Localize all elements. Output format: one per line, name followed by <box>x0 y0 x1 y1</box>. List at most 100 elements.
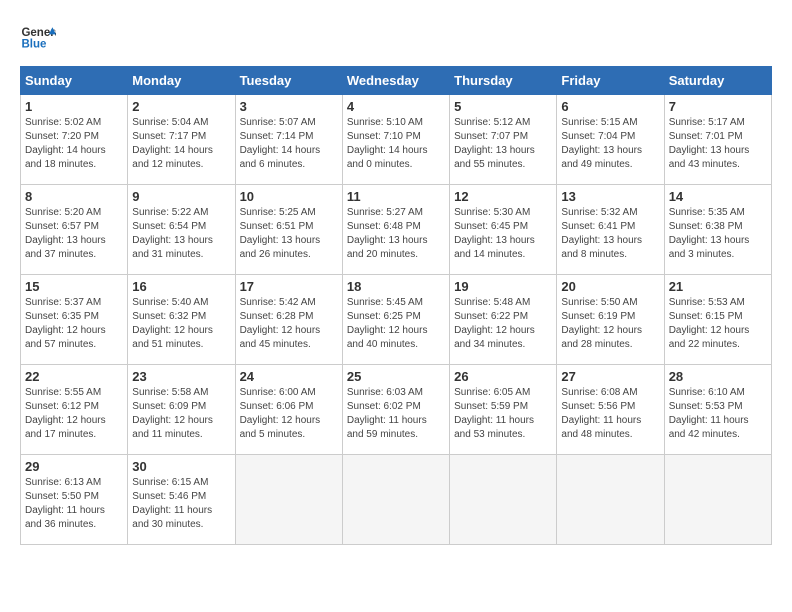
calendar-cell: 23Sunrise: 5:58 AM Sunset: 6:09 PM Dayli… <box>128 365 235 455</box>
calendar-cell: 8 Sunrise: 5:20 AM Sunset: 6:57 PM Daylig… <box>21 185 128 275</box>
calendar-body: 1 Sunrise: 5:02 AM Sunset: 7:20 PM Daylig… <box>21 95 772 545</box>
calendar-cell <box>664 455 771 545</box>
calendar-cell: 22 Sunrise: 5:55 AM Sunset: 6:12 PM Dayli… <box>21 365 128 455</box>
calendar-header-friday: Friday <box>557 67 664 95</box>
day-info: Sunrise: 5:02 AM Sunset: 7:20 PM Dayligh… <box>25 116 123 172</box>
day-info: Sunrise: 6:08 AM Sunset: 5:56 PM Dayligh… <box>561 386 659 442</box>
day-info: Sunrise: 5:50 AM Sunset: 6:19 PM Dayligh… <box>561 296 659 352</box>
day-number: 17 <box>240 279 338 294</box>
calendar-week-2: 8 Sunrise: 5:20 AM Sunset: 6:57 PM Daylig… <box>21 185 772 275</box>
calendar-cell: 14 Sunrise: 5:35 AM Sunset: 6:38 PM Dayli… <box>664 185 771 275</box>
day-number: 18 <box>347 279 445 294</box>
day-info: Sunrise: 5:40 AM Sunset: 6:32 PM Dayligh… <box>132 296 230 352</box>
calendar-cell <box>342 455 449 545</box>
header: General Blue <box>20 20 772 56</box>
calendar-table: SundayMondayTuesdayWednesdayThursdayFrid… <box>20 66 772 545</box>
calendar-cell <box>557 455 664 545</box>
day-number: 29 <box>25 459 123 474</box>
calendar-cell: 15Sunrise: 5:37 AM Sunset: 6:35 PM Dayli… <box>21 275 128 365</box>
day-number: 2 <box>132 99 230 114</box>
day-info: Sunrise: 6:03 AM Sunset: 6:02 PM Dayligh… <box>347 386 445 442</box>
day-number: 6 <box>561 99 659 114</box>
calendar-cell: 19 Sunrise: 5:48 AM Sunset: 6:22 PM Dayli… <box>450 275 557 365</box>
day-number: 7 <box>669 99 767 114</box>
day-number: 13 <box>561 189 659 204</box>
day-number: 25 <box>347 369 445 384</box>
calendar-cell: 12Sunrise: 5:30 AM Sunset: 6:45 PM Dayli… <box>450 185 557 275</box>
day-number: 15 <box>25 279 123 294</box>
calendar-header-tuesday: Tuesday <box>235 67 342 95</box>
calendar-cell: 24 Sunrise: 6:00 AM Sunset: 6:06 PM Dayli… <box>235 365 342 455</box>
calendar-header-row: SundayMondayTuesdayWednesdayThursdayFrid… <box>21 67 772 95</box>
day-info: Sunrise: 5:32 AM Sunset: 6:41 PM Dayligh… <box>561 206 659 262</box>
svg-text:Blue: Blue <box>21 38 47 50</box>
calendar-cell: 7 Sunrise: 5:17 AM Sunset: 7:01 PM Daylig… <box>664 95 771 185</box>
day-info: Sunrise: 6:00 AM Sunset: 6:06 PM Dayligh… <box>240 386 338 442</box>
day-number: 16 <box>132 279 230 294</box>
day-number: 8 <box>25 189 123 204</box>
day-number: 19 <box>454 279 552 294</box>
day-info: Sunrise: 5:58 AM Sunset: 6:09 PM Dayligh… <box>132 386 230 442</box>
day-info: Sunrise: 5:07 AM Sunset: 7:14 PM Dayligh… <box>240 116 338 172</box>
day-info: Sunrise: 5:42 AM Sunset: 6:28 PM Dayligh… <box>240 296 338 352</box>
calendar-cell: 28Sunrise: 6:10 AM Sunset: 5:53 PM Dayli… <box>664 365 771 455</box>
day-info: Sunrise: 5:22 AM Sunset: 6:54 PM Dayligh… <box>132 206 230 262</box>
day-info: Sunrise: 5:15 AM Sunset: 7:04 PM Dayligh… <box>561 116 659 172</box>
calendar-cell: 17 Sunrise: 5:42 AM Sunset: 6:28 PM Dayli… <box>235 275 342 365</box>
calendar-cell: 10 Sunrise: 5:25 AM Sunset: 6:51 PM Dayli… <box>235 185 342 275</box>
calendar-cell: 21 Sunrise: 5:53 AM Sunset: 6:15 PM Dayli… <box>664 275 771 365</box>
calendar-header-saturday: Saturday <box>664 67 771 95</box>
calendar-header-thursday: Thursday <box>450 67 557 95</box>
calendar-cell: 2Sunrise: 5:04 AM Sunset: 7:17 PM Daylig… <box>128 95 235 185</box>
day-info: Sunrise: 5:55 AM Sunset: 6:12 PM Dayligh… <box>25 386 123 442</box>
calendar-cell: 1 Sunrise: 5:02 AM Sunset: 7:20 PM Daylig… <box>21 95 128 185</box>
day-number: 5 <box>454 99 552 114</box>
calendar-header-monday: Monday <box>128 67 235 95</box>
day-info: Sunrise: 6:15 AM Sunset: 5:46 PM Dayligh… <box>132 476 230 532</box>
calendar-cell: 30 Sunrise: 6:15 AM Sunset: 5:46 PM Dayli… <box>128 455 235 545</box>
calendar-cell: 13 Sunrise: 5:32 AM Sunset: 6:41 PM Dayli… <box>557 185 664 275</box>
calendar-cell <box>450 455 557 545</box>
day-number: 26 <box>454 369 552 384</box>
day-info: Sunrise: 5:45 AM Sunset: 6:25 PM Dayligh… <box>347 296 445 352</box>
logo: General Blue <box>20 20 56 56</box>
calendar-cell: 6 Sunrise: 5:15 AM Sunset: 7:04 PM Daylig… <box>557 95 664 185</box>
day-info: Sunrise: 5:17 AM Sunset: 7:01 PM Dayligh… <box>669 116 767 172</box>
day-info: Sunrise: 5:25 AM Sunset: 6:51 PM Dayligh… <box>240 206 338 262</box>
calendar-cell: 26Sunrise: 6:05 AM Sunset: 5:59 PM Dayli… <box>450 365 557 455</box>
calendar-cell: 16 Sunrise: 5:40 AM Sunset: 6:32 PM Dayli… <box>128 275 235 365</box>
day-number: 22 <box>25 369 123 384</box>
logo-icon: General Blue <box>20 20 56 56</box>
day-number: 3 <box>240 99 338 114</box>
day-number: 28 <box>669 369 767 384</box>
calendar-cell: 25 Sunrise: 6:03 AM Sunset: 6:02 PM Dayli… <box>342 365 449 455</box>
calendar-cell: 29Sunrise: 6:13 AM Sunset: 5:50 PM Dayli… <box>21 455 128 545</box>
day-number: 14 <box>669 189 767 204</box>
calendar-week-3: 15Sunrise: 5:37 AM Sunset: 6:35 PM Dayli… <box>21 275 772 365</box>
calendar-cell: 9 Sunrise: 5:22 AM Sunset: 6:54 PM Daylig… <box>128 185 235 275</box>
calendar-week-1: 1 Sunrise: 5:02 AM Sunset: 7:20 PM Daylig… <box>21 95 772 185</box>
calendar-cell: 27Sunrise: 6:08 AM Sunset: 5:56 PM Dayli… <box>557 365 664 455</box>
day-number: 9 <box>132 189 230 204</box>
day-number: 21 <box>669 279 767 294</box>
calendar-header-wednesday: Wednesday <box>342 67 449 95</box>
day-number: 30 <box>132 459 230 474</box>
calendar-cell <box>235 455 342 545</box>
day-number: 1 <box>25 99 123 114</box>
calendar-cell: 18 Sunrise: 5:45 AM Sunset: 6:25 PM Dayli… <box>342 275 449 365</box>
day-number: 10 <box>240 189 338 204</box>
day-info: Sunrise: 5:10 AM Sunset: 7:10 PM Dayligh… <box>347 116 445 172</box>
calendar-cell: 20Sunrise: 5:50 AM Sunset: 6:19 PM Dayli… <box>557 275 664 365</box>
calendar-cell: 3 Sunrise: 5:07 AM Sunset: 7:14 PM Daylig… <box>235 95 342 185</box>
day-number: 24 <box>240 369 338 384</box>
calendar-cell: 11Sunrise: 5:27 AM Sunset: 6:48 PM Dayli… <box>342 185 449 275</box>
day-info: Sunrise: 5:20 AM Sunset: 6:57 PM Dayligh… <box>25 206 123 262</box>
day-number: 12 <box>454 189 552 204</box>
day-info: Sunrise: 5:35 AM Sunset: 6:38 PM Dayligh… <box>669 206 767 262</box>
day-info: Sunrise: 5:27 AM Sunset: 6:48 PM Dayligh… <box>347 206 445 262</box>
day-number: 4 <box>347 99 445 114</box>
day-info: Sunrise: 5:53 AM Sunset: 6:15 PM Dayligh… <box>669 296 767 352</box>
calendar-cell: 5Sunrise: 5:12 AM Sunset: 7:07 PM Daylig… <box>450 95 557 185</box>
day-info: Sunrise: 5:48 AM Sunset: 6:22 PM Dayligh… <box>454 296 552 352</box>
calendar-week-4: 22 Sunrise: 5:55 AM Sunset: 6:12 PM Dayli… <box>21 365 772 455</box>
